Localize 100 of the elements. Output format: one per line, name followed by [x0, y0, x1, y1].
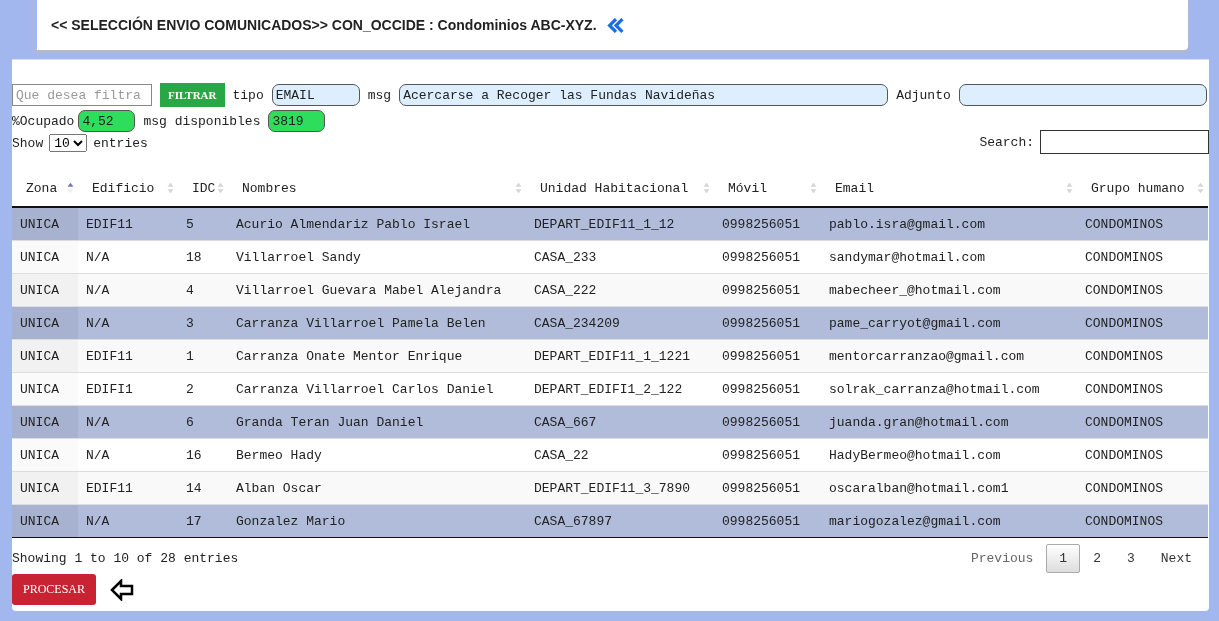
page-link[interactable]: 1	[1046, 543, 1081, 573]
left-arrow-icon	[110, 578, 135, 601]
table-row[interactable]: UNICA N/A 18 Villarroel Sandy CASA_233 0998256051 sandymar@hotmail.com CONDOMINOS	[12, 240, 1208, 274]
table-cell: CONDOMINOS	[1077, 306, 1208, 340]
table-cell: 0998256051	[714, 240, 821, 274]
process-button[interactable]: PROCESAR	[12, 574, 97, 605]
table-cell: N/A	[78, 438, 178, 472]
available-field[interactable]: 3819	[268, 110, 326, 132]
table-cell: Bermeo Hady	[228, 438, 526, 472]
message-field[interactable]: Acercarse a Recoger las Fundas Navideñas	[399, 84, 889, 106]
table-cell: Alban Oscar	[228, 471, 526, 505]
table-cell: N/A	[78, 306, 178, 340]
table-cell: CONDOMINOS	[1077, 240, 1208, 274]
occupied-field[interactable]: 4,52	[78, 110, 136, 132]
table-cell: 5	[178, 207, 228, 241]
table-cell: CASA_667	[526, 405, 714, 439]
table-info: Showing 1 to 10 of 28 entries	[12, 550, 239, 566]
table-cell: 0998256051	[714, 471, 821, 505]
table-row[interactable]: UNICA N/A 6 Granda Teran Juan Daniel CASA_667 0998256051 juanda.gran@hotmail.com CONDOMINOS	[12, 405, 1208, 439]
table-row[interactable]: UNICA EDIFI1 2 Carranza Villarroel Carlos Daniel DEPART_EDIFI1_2_122 0998256051 solrak_carranza@hotmail.com CONDOMINOS	[12, 372, 1208, 406]
table-cell: CASA_233	[526, 240, 714, 274]
table-cell: UNICA	[12, 438, 78, 472]
table-row[interactable]: UNICA EDIF11 14 Alban Oscar DEPART_EDIF11_3_7890 0998256051 oscaralban@hotmail.com1 CONDOMINOS	[12, 471, 1208, 505]
table-cell: 0998256051	[714, 306, 821, 340]
table-row[interactable]: UNICA N/A 3 Carranza Villarroel Pamela Belen CASA_234209 0998256051 pame_carryot@gmail.com CONDOMINOS	[12, 306, 1208, 340]
page-link[interactable]: 3	[1113, 543, 1148, 573]
table-cell: sandymar@hotmail.com	[821, 240, 1077, 274]
table-cell: UNICA	[12, 273, 78, 307]
table-row[interactable]: UNICA EDIF11 1 Carranza Onate Mentor Enrique DEPART_EDIF11_1_1221 0998256051 mentorcarranzao@gmail.com CONDOMINOS	[12, 339, 1208, 373]
table-row[interactable]: UNICA N/A 16 Bermeo Hady CASA_22 0998256051 HadyBermeo@hotmail.com CONDOMINOS	[12, 438, 1208, 472]
table-cell: 1	[178, 339, 228, 373]
entries-label: entries	[93, 135, 148, 151]
table-cell: CONDOMINOS	[1077, 471, 1208, 505]
table-cell: juanda.gran@hotmail.com	[821, 405, 1077, 439]
table-cell: HadyBermeo@hotmail.com	[821, 438, 1077, 472]
table-cell: UNICA	[12, 372, 78, 406]
table-cell: EDIF11	[78, 471, 178, 505]
table-cell: 18	[178, 240, 228, 274]
table-cell: DEPART_EDIFI1_2_122	[526, 372, 714, 406]
table-cell: CONDOMINOS	[1077, 438, 1208, 472]
table-cell: CONDOMINOS	[1077, 504, 1208, 538]
next-link[interactable]: Next	[1147, 543, 1205, 573]
table-cell: 0998256051	[714, 372, 821, 406]
table-cell: CASA_222	[526, 273, 714, 307]
table-cell: Granda Teran Juan Daniel	[228, 405, 526, 439]
table-cell: CONDOMINOS	[1077, 339, 1208, 373]
occupied-label: %Ocupado	[12, 113, 75, 129]
table-cell: EDIFI1	[78, 372, 178, 406]
previous-link[interactable]: Previous	[957, 543, 1047, 573]
table-cell: CONDOMINOS	[1077, 273, 1208, 307]
table-cell: solrak_carranza@hotmail.com	[821, 372, 1077, 406]
table-row[interactable]: UNICA EDIF11 5 Acurio Almendariz Pablo Israel DEPART_EDIF11_1_12 0998256051 pablo.isra@gmail.com CONDOMINOS	[12, 207, 1208, 241]
table-cell: mentorcarranzao@gmail.com	[821, 339, 1077, 373]
msg-label: msg	[367, 87, 392, 103]
table-cell: 3	[178, 306, 228, 340]
table-cell: Gonzalez Mario	[228, 504, 526, 538]
table-cell: oscaralban@hotmail.com1	[821, 471, 1077, 505]
table-cell: DEPART_EDIF11_1_1221	[526, 339, 714, 373]
table-row[interactable]: UNICA N/A 4 Villarroel Guevara Mabel Alejandra CASA_222 0998256051 mabecheer_@hotmail.com CONDOMINOS	[12, 273, 1208, 307]
table-cell: 2	[178, 372, 228, 406]
double-chevron-left-icon[interactable]	[606, 17, 625, 33]
tipo-field[interactable]: EMAIL	[271, 84, 360, 106]
table-cell: pame_carryot@gmail.com	[821, 306, 1077, 340]
table-cell: Carranza Onate Mentor Enrique	[228, 339, 526, 373]
table-cell: Villarroel Sandy	[228, 240, 526, 274]
table-cell: UNICA	[12, 504, 78, 538]
table-cell: DEPART_EDIF11_1_12	[526, 207, 714, 241]
attachment-label: Adjunto	[896, 87, 951, 103]
table-cell: N/A	[78, 240, 178, 274]
table-cell: EDIF11	[78, 207, 178, 241]
table-cell: N/A	[78, 273, 178, 307]
table-cell: 0998256051	[714, 438, 821, 472]
table-cell: 14	[178, 471, 228, 505]
table-cell: 6	[178, 405, 228, 439]
table-row[interactable]: UNICA N/A 17 Gonzalez Mario CASA_67897 0998256051 mariogozalez@gmail.com CONDOMINOS	[12, 504, 1208, 538]
table-cell: pablo.isra@gmail.com	[821, 207, 1077, 241]
filter-field[interactable]: Que desea filtra	[12, 84, 152, 106]
table-cell: EDIF11	[78, 339, 178, 373]
table-cell: 0998256051	[714, 405, 821, 439]
table-cell: UNICA	[12, 306, 78, 340]
table-cell: Carranza Villarroel Carlos Daniel	[228, 372, 526, 406]
entries-select[interactable]: 10	[49, 134, 88, 152]
table-cell: N/A	[78, 504, 178, 538]
table-cell: UNICA	[12, 405, 78, 439]
table-cell: CONDOMINOS	[1077, 405, 1208, 439]
search-field[interactable]	[1040, 130, 1209, 154]
table-cell: Carranza Villarroel Pamela Belen	[228, 306, 526, 340]
table-cell: 16	[178, 438, 228, 472]
table-cell: 17	[178, 504, 228, 538]
table-cell: 0998256051	[714, 339, 821, 373]
table-cell: UNICA	[12, 207, 78, 241]
table-cell: UNICA	[12, 240, 78, 274]
attachment-field[interactable]	[958, 84, 1207, 106]
table-cell: Villarroel Guevara Mabel Alejandra	[228, 273, 526, 307]
available-label: msg disponibles	[143, 113, 261, 129]
table-cell: CASA_22	[526, 438, 714, 472]
table-cell: CONDOMINOS	[1077, 207, 1208, 241]
table-cell: UNICA	[12, 471, 78, 505]
table-cell: CASA_67897	[526, 504, 714, 538]
page-link[interactable]: 2	[1080, 543, 1114, 573]
